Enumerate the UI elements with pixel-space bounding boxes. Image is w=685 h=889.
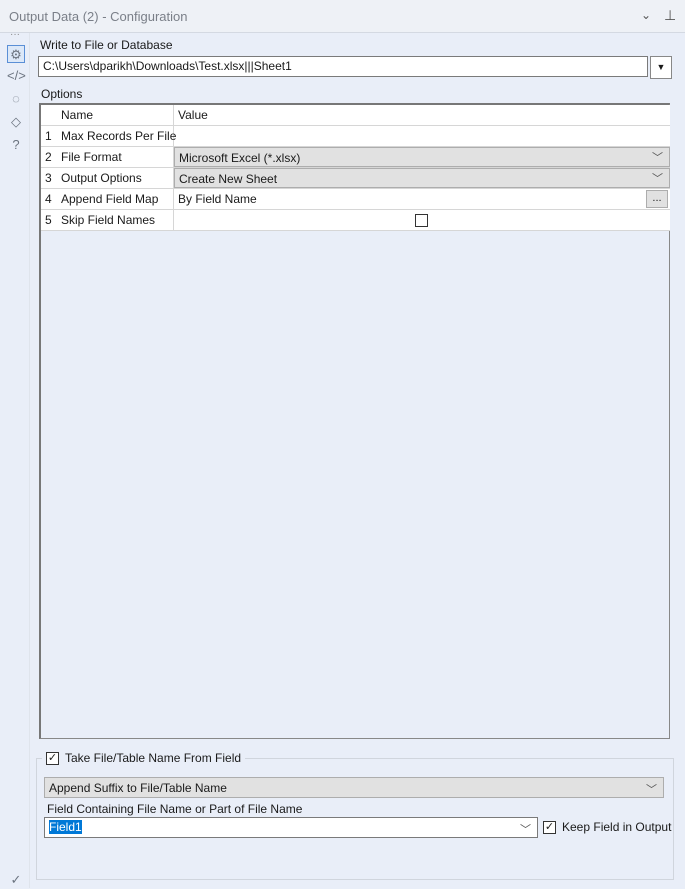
table-row: 5 Skip Field Names bbox=[41, 210, 670, 231]
field-select[interactable]: Field1 ﹀ bbox=[44, 817, 538, 838]
row-name: Max Records Per File bbox=[57, 126, 176, 146]
annotation-icon[interactable]: ◌ bbox=[7, 90, 25, 108]
row-number: 1 bbox=[45, 129, 52, 143]
take-name-toggle[interactable]: ✓ Take File/Table Name From Field bbox=[42, 750, 246, 766]
row-name: File Format bbox=[57, 147, 174, 167]
append-field-map-value: By Field Name bbox=[178, 192, 257, 206]
path-dropdown-button[interactable]: ▼ bbox=[650, 56, 672, 79]
options-grid: Name Value 1 Max Records Per File 2 File… bbox=[39, 103, 670, 739]
row-number: 2 bbox=[45, 150, 52, 164]
name-mode-select[interactable]: Append Suffix to File/Table Name ﹀ bbox=[44, 777, 664, 798]
row-name: Append Field Map bbox=[57, 189, 174, 209]
chevron-down-icon[interactable]: ⌄ bbox=[641, 8, 651, 22]
help-icon[interactable]: ? bbox=[7, 136, 25, 154]
table-row: 3 Output Options Create New Sheet ﹀ bbox=[41, 168, 670, 189]
output-options-value: Create New Sheet bbox=[179, 172, 278, 186]
chevron-down-icon: ﹀ bbox=[646, 784, 657, 796]
panel-title: Output Data (2) - Configuration bbox=[9, 9, 188, 24]
table-row: 2 File Format Microsoft Excel (*.xlsx) ﹀ bbox=[41, 147, 670, 168]
gear-icon[interactable]: ⚙ bbox=[7, 45, 25, 63]
write-label: Write to File or Database bbox=[40, 38, 173, 52]
field-value: Field1 bbox=[49, 820, 82, 834]
chevron-down-icon: ﹀ bbox=[652, 173, 663, 185]
row-number: 3 bbox=[45, 171, 52, 185]
check-circle-icon: ✓ bbox=[10, 872, 22, 887]
chevron-down-icon: ﹀ bbox=[652, 152, 663, 164]
tag-icon[interactable]: ◇ bbox=[7, 113, 25, 131]
table-row: 1 Max Records Per File bbox=[41, 126, 670, 147]
row-number: 4 bbox=[45, 192, 52, 206]
row-name: Output Options bbox=[57, 168, 174, 188]
max-records-input[interactable] bbox=[174, 126, 670, 146]
title-bar: Output Data (2) - Configuration ⌄ ⊥ bbox=[0, 0, 685, 33]
row-number: 5 bbox=[45, 213, 52, 227]
more-icon[interactable]: ··· bbox=[10, 29, 20, 40]
keep-field-checkbox[interactable]: ✓ bbox=[543, 820, 556, 834]
keep-field-label: Keep Field in Output bbox=[562, 820, 672, 834]
skip-field-names-checkbox[interactable] bbox=[415, 214, 428, 227]
file-format-select[interactable]: Microsoft Excel (*.xlsx) ﹀ bbox=[174, 147, 670, 167]
take-name-checkbox[interactable]: ✓ bbox=[46, 751, 59, 765]
header-name: Name bbox=[57, 105, 174, 125]
row-name: Skip Field Names bbox=[57, 210, 174, 230]
take-name-label: Take File/Table Name From Field bbox=[65, 751, 242, 765]
keep-field-toggle[interactable]: ✓ Keep Field in Output bbox=[543, 820, 671, 834]
field-map-browse-button[interactable]: ... bbox=[646, 190, 668, 208]
grid-header: Name Value bbox=[41, 105, 670, 126]
field-label: Field Containing File Name or Part of Fi… bbox=[47, 802, 303, 816]
path-input[interactable]: C:\Users\dparikh\Downloads\Test.xlsx|||S… bbox=[38, 56, 648, 77]
chevron-down-icon: ﹀ bbox=[520, 824, 531, 836]
options-label: Options bbox=[41, 87, 83, 101]
name-mode-value: Append Suffix to File/Table Name bbox=[49, 781, 227, 795]
header-value: Value bbox=[178, 108, 208, 122]
file-format-value: Microsoft Excel (*.xlsx) bbox=[179, 151, 301, 165]
output-options-select[interactable]: Create New Sheet ﹀ bbox=[174, 168, 670, 188]
pin-icon[interactable]: ⊥ bbox=[664, 7, 676, 24]
side-toolbar: ··· ⚙ </> ◌ ◇ ? ✓ bbox=[0, 29, 30, 888]
table-row: 4 Append Field Map By Field Name ... bbox=[41, 189, 670, 210]
code-icon[interactable]: </> bbox=[7, 67, 26, 85]
